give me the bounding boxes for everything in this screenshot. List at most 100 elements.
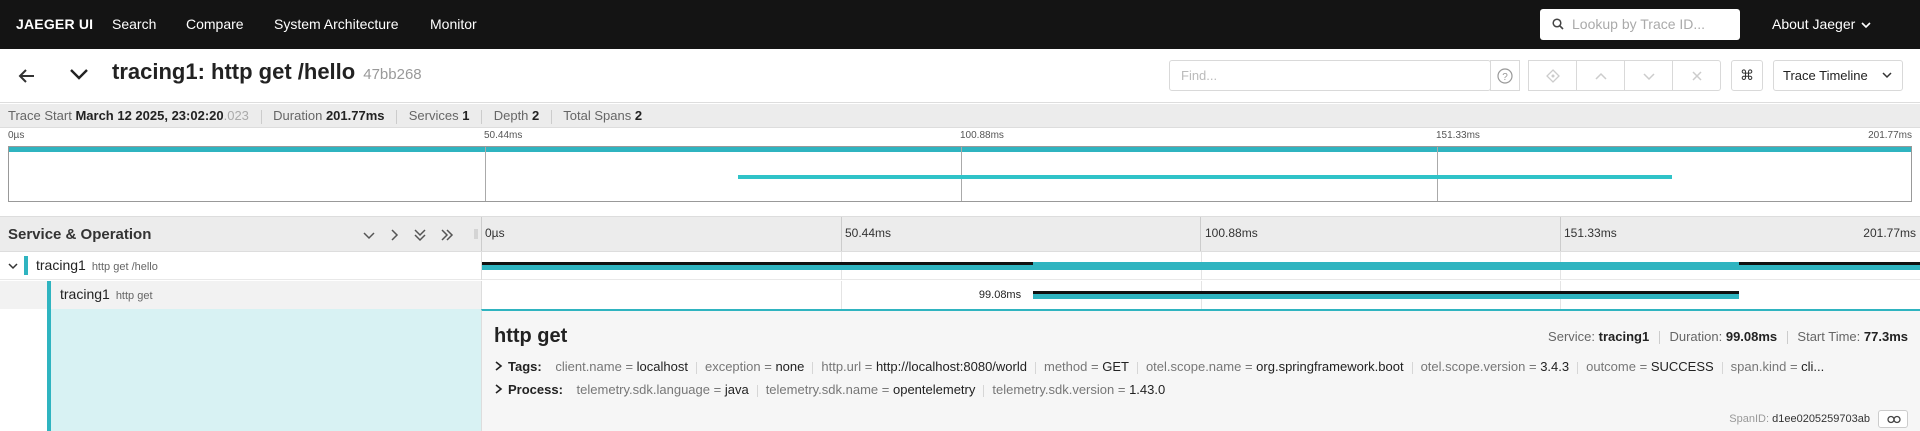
kv-value: java: [724, 382, 749, 397]
kv-value: GET: [1102, 359, 1129, 374]
services-value: 1: [462, 108, 470, 123]
collapse-all-icon[interactable]: [413, 228, 427, 242]
expand-all-icon[interactable]: [440, 228, 454, 242]
timeline-tick: 0µs: [485, 226, 505, 240]
duration-meta-value: 99.08ms: [1725, 329, 1778, 344]
total-spans-label: Total Spans: [563, 108, 632, 123]
tags-section[interactable]: Tags: client.name = localhost exception =…: [494, 359, 1914, 374]
kv-key: method: [1044, 359, 1088, 374]
service-meta-value: tracing1: [1598, 329, 1650, 344]
trace-start-label: Trace Start: [8, 108, 72, 123]
span-detail-meta: Service: tracing1 Duration: 99.08ms Star…: [1548, 329, 1908, 345]
drag-handle-icon: [474, 229, 478, 239]
span-bar-cell[interactable]: [481, 252, 1920, 280]
timeline-gridline: [1560, 217, 1561, 251]
chevron-down-icon: [1643, 73, 1655, 81]
find-input[interactable]: [1171, 62, 1489, 89]
expand-one-icon[interactable]: [387, 228, 401, 242]
about-jaeger-menu[interactable]: About Jaeger: [1772, 0, 1871, 49]
span-row[interactable]: tracing1 http get /hello: [0, 252, 1920, 280]
kv-value: cli...: [1801, 359, 1825, 374]
collapse-one-icon[interactable]: [362, 228, 376, 242]
close-icon: [1692, 71, 1702, 81]
kv-key: http.url: [821, 359, 862, 374]
kv-pair: telemetry.sdk.version = 1.43.0: [992, 382, 1166, 397]
detail-indent-highlight: [47, 309, 481, 431]
keyboard-shortcuts-button[interactable]: ⌘: [1731, 60, 1763, 91]
service-name: tracing1: [60, 286, 110, 302]
trace-id-lookup[interactable]: [1540, 9, 1740, 40]
kv-pair: otel.scope.name = org.springframework.bo…: [1145, 359, 1404, 374]
detail-left-gutter: [0, 309, 481, 431]
kv-key: client.name: [555, 359, 622, 374]
kv-key: span.kind: [1730, 359, 1787, 374]
span-bar-cell[interactable]: 99.08ms: [481, 281, 1920, 309]
trace-id: 47bb268: [363, 66, 422, 83]
locate-button[interactable]: [1528, 60, 1577, 91]
help-button[interactable]: ?: [1490, 60, 1520, 91]
copy-link-button[interactable]: [1878, 410, 1908, 428]
collapse-chevron-icon[interactable]: [68, 63, 90, 85]
kv-value: none: [775, 359, 805, 374]
span-detail: http get Service: tracing1 Duration: 99.…: [0, 309, 1920, 431]
trace-minimap[interactable]: 0µs 50.44ms 100.88ms 151.33ms 201.77ms: [0, 128, 1920, 206]
kv-key: telemetry.sdk.language: [576, 382, 710, 397]
nav-compare[interactable]: Compare: [186, 0, 244, 49]
span-detail-panel: http get Service: tracing1 Duration: 99.…: [481, 309, 1920, 431]
about-jaeger-label: About Jaeger: [1772, 16, 1856, 32]
clear-search-button[interactable]: [1672, 60, 1721, 91]
trace-start-value: March 12 2025, 23:02:20: [75, 108, 224, 123]
minimap-root-span: [9, 147, 1911, 152]
minimap-canvas[interactable]: [8, 146, 1912, 202]
kv-key: otel.scope.version: [1420, 359, 1526, 374]
minimap-gridline: [961, 147, 962, 201]
process-toggle[interactable]: Process:: [494, 382, 563, 397]
trace-id-input[interactable]: [1570, 13, 1730, 35]
critical-path-segment: [1032, 291, 1740, 294]
minimap-tick: 151.33ms: [1436, 130, 1480, 141]
process-section[interactable]: Process: telemetry.sdk.language = java te…: [494, 382, 1914, 397]
minimap-child-span: [737, 175, 1672, 179]
service-name: tracing1: [36, 257, 86, 273]
timeline-gridline: [841, 281, 842, 309]
duration-meta-label: Duration:: [1669, 329, 1723, 344]
span-name-cell[interactable]: tracing1 http get: [0, 281, 481, 309]
nav-system-architecture[interactable]: System Architecture: [274, 0, 399, 49]
chevron-right-icon: [495, 384, 503, 394]
find-box[interactable]: [1169, 60, 1491, 91]
link-icon: [1887, 415, 1901, 424]
timeline-tick: 50.44ms: [845, 226, 892, 240]
timeline-tick: 201.77ms: [1863, 226, 1916, 240]
service-meta-label: Service:: [1548, 329, 1596, 344]
next-match-button[interactable]: [1624, 60, 1673, 91]
brand-logo[interactable]: JAEGER UI: [16, 0, 93, 49]
span-duration-label: 99.08ms: [978, 289, 1022, 301]
service-color-marker: [47, 281, 51, 309]
start-meta-label: Start Time:: [1797, 329, 1861, 344]
kv-value: org.springframework.boot: [1256, 359, 1404, 374]
chevron-down-icon[interactable]: [7, 260, 19, 272]
top-nav: JAEGER UI Search Compare System Architec…: [0, 0, 1920, 49]
span-name-cell[interactable]: tracing1 http get /hello: [0, 252, 481, 280]
depth-value: 2: [532, 108, 540, 123]
kv-pair: span.kind = cli...: [1730, 359, 1825, 374]
process-label: Process:: [508, 382, 563, 397]
service-color-marker: [24, 256, 28, 275]
tags-toggle[interactable]: Tags:: [494, 359, 542, 374]
span-id: SpanID: d1ee0205259703ab: [1729, 413, 1870, 425]
kv-pair: telemetry.sdk.language = java: [576, 382, 749, 397]
prev-match-button[interactable]: [1576, 60, 1625, 91]
column-resizer[interactable]: [472, 217, 480, 251]
kv-pair: exception = none: [704, 359, 805, 374]
minimap-tick: 100.88ms: [960, 130, 1004, 141]
back-button[interactable]: [10, 61, 44, 91]
question-circle-icon: ?: [1497, 68, 1513, 84]
minimap-tick: 201.77ms: [1868, 130, 1912, 141]
span-row[interactable]: tracing1 http get 99.08ms: [0, 281, 1920, 309]
nav-monitor[interactable]: Monitor: [430, 0, 477, 49]
view-select[interactable]: Trace Timeline: [1773, 60, 1903, 91]
minimap-gridline: [1437, 147, 1438, 201]
target-icon: [1546, 69, 1560, 83]
arrow-left-icon: [18, 69, 34, 83]
nav-search[interactable]: Search: [112, 0, 156, 49]
